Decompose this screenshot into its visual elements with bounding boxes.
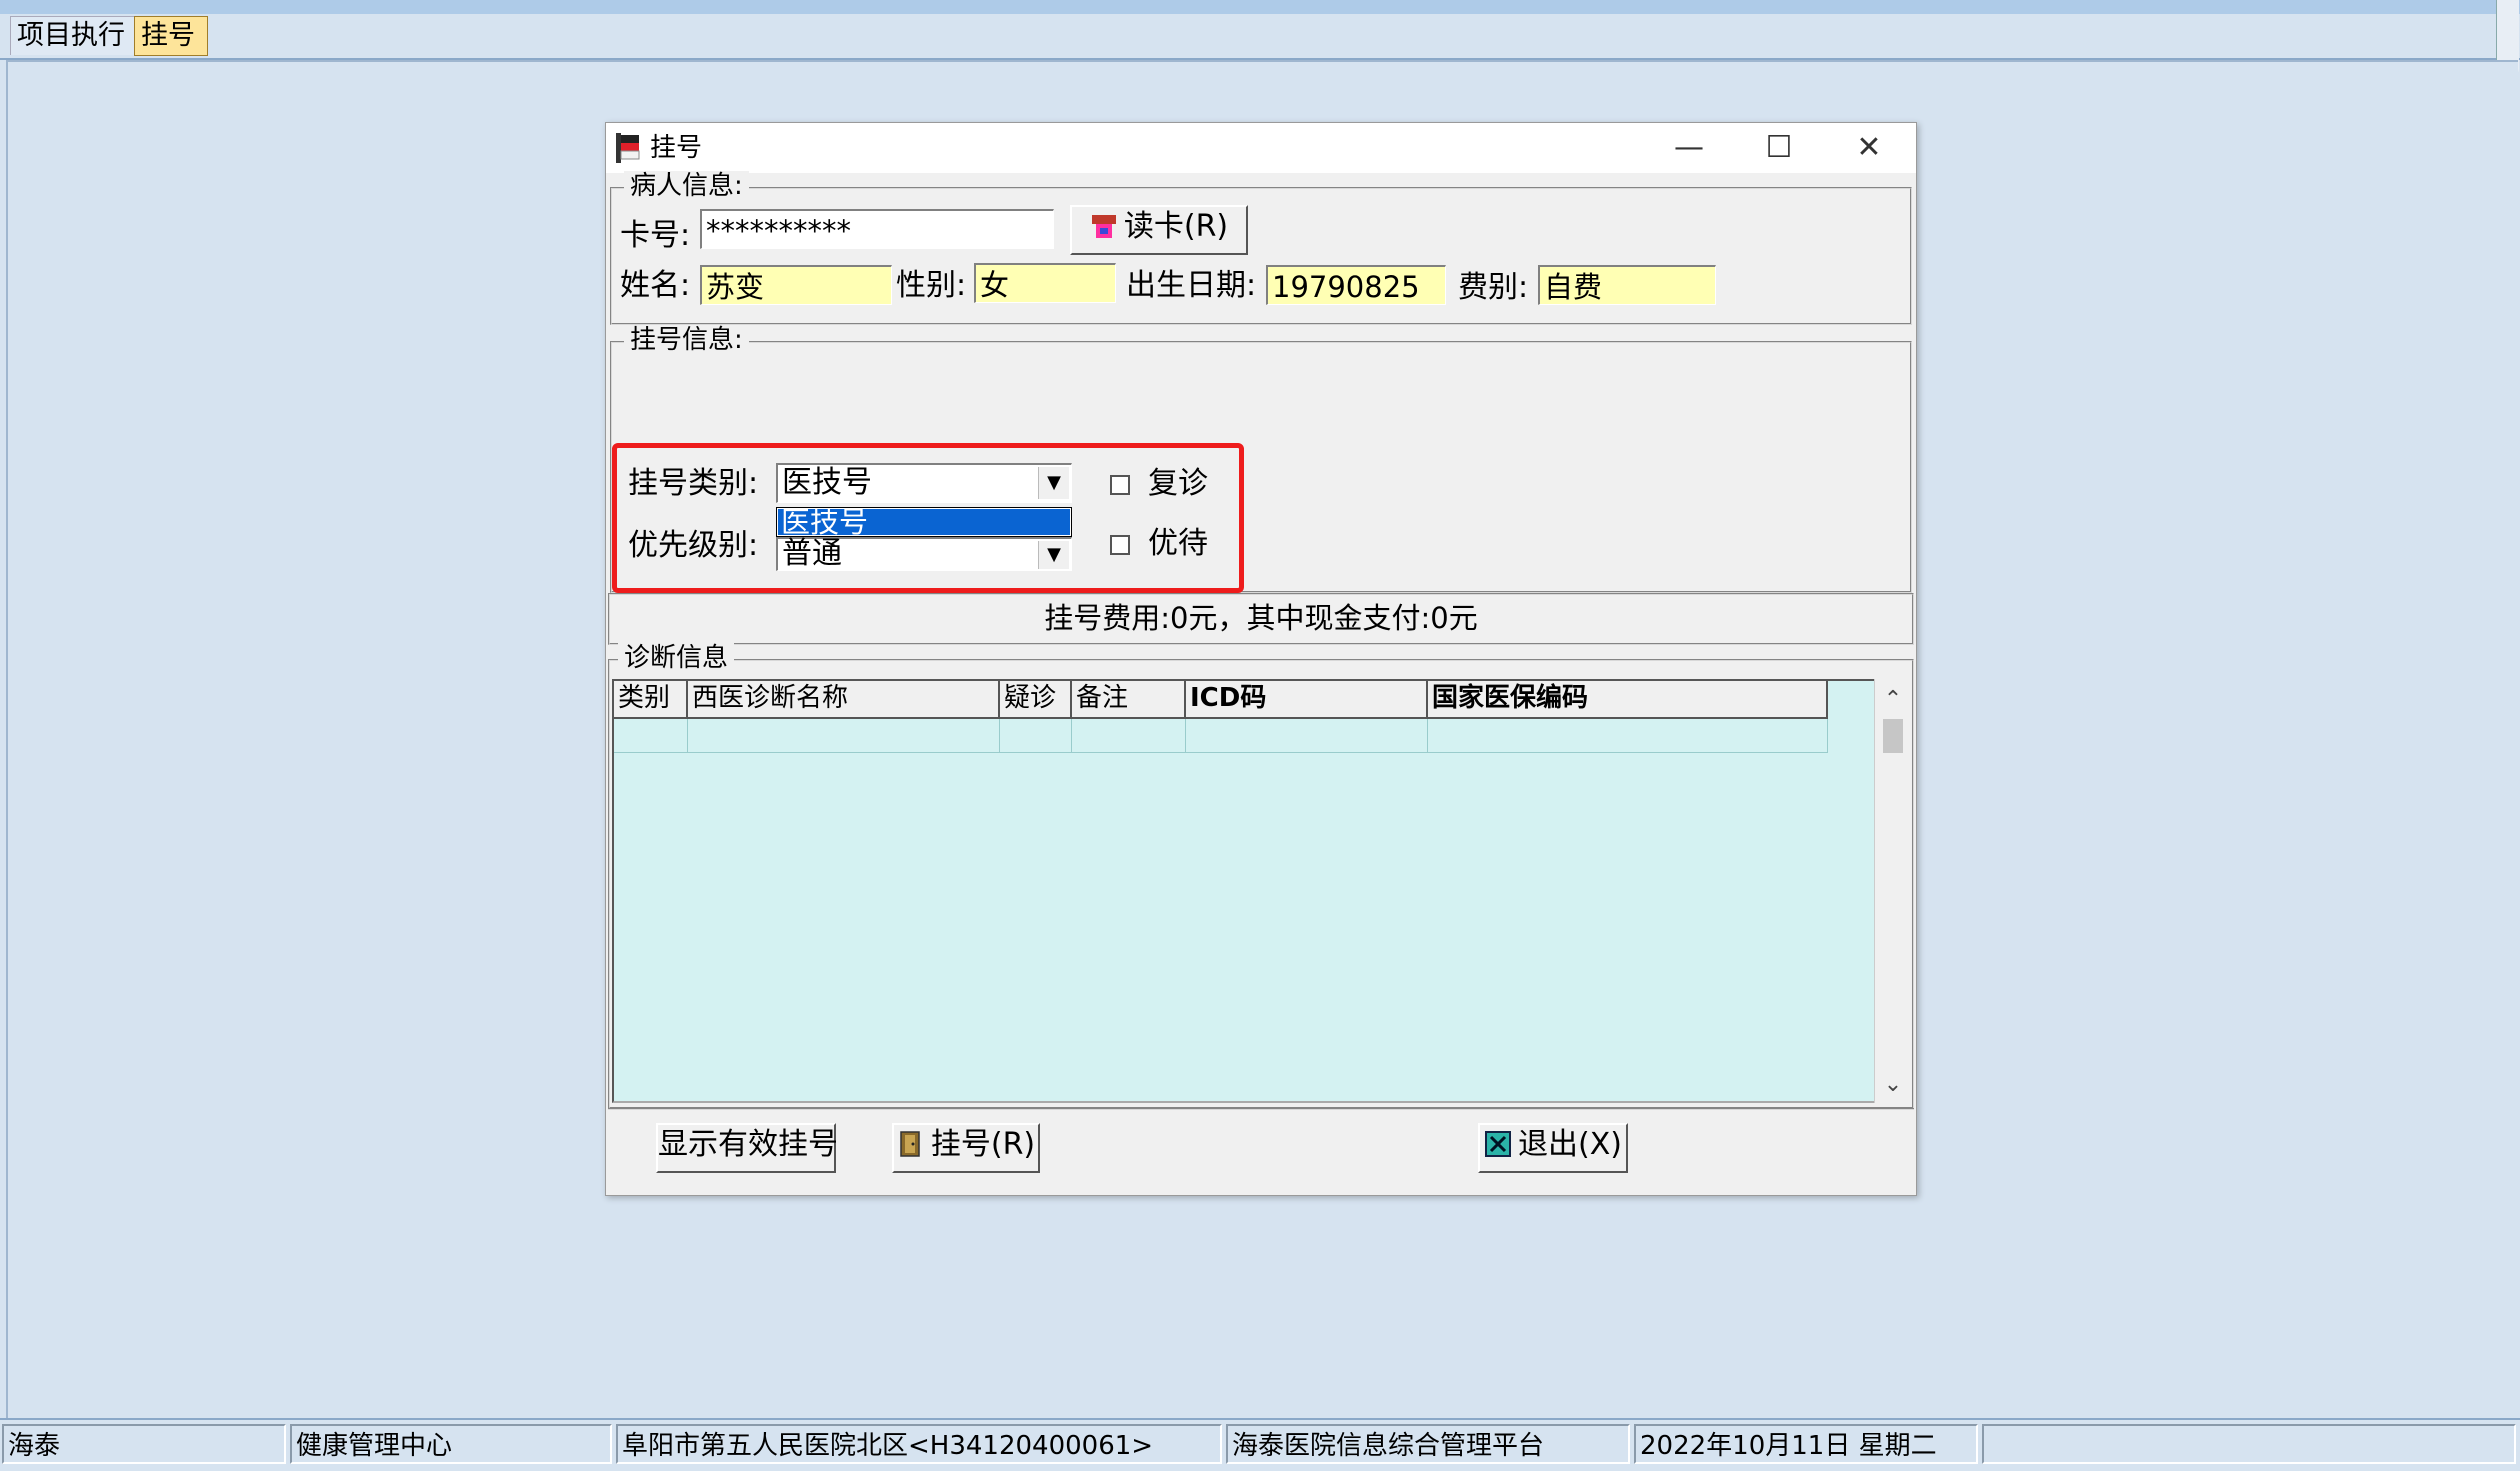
scroll-up-icon[interactable]: ⌃	[1875, 687, 1911, 712]
card-reader-icon	[1091, 215, 1116, 238]
status-app: 海泰	[2, 1424, 286, 1464]
door-icon	[900, 1131, 920, 1157]
table-cell[interactable]	[1428, 719, 1828, 753]
close-button[interactable]: ✕	[1824, 123, 1914, 173]
status-hospital: 阜阳市第五人民医院北区<H34120400061>	[616, 1424, 1222, 1464]
dialog-titlebar[interactable]: 挂号 — ☐ ✕	[606, 123, 1916, 173]
col-insurance-code[interactable]: 国家医保编码	[1428, 681, 1828, 717]
exit-button[interactable]: 退出(X)	[1478, 1123, 1628, 1173]
preferential-label: 优待	[1148, 526, 1208, 561]
read-card-label: 读卡(R)	[1123, 209, 1229, 244]
dob-field[interactable]: 19790825	[1266, 265, 1446, 305]
registration-dialog: 挂号 — ☐ ✕ 病人信息: 卡号: ********** 读卡(R) 姓名: …	[605, 122, 1917, 1196]
priority-select[interactable]: 普通 ▼	[776, 537, 1072, 571]
show-valid-registrations-button[interactable]: 显示有效挂号	[656, 1123, 838, 1173]
status-platform: 海泰医院信息综合管理平台	[1226, 1424, 1630, 1464]
chevron-down-icon[interactable]: ▼	[1038, 541, 1069, 569]
name-field[interactable]: 苏变	[700, 265, 892, 305]
gender-field[interactable]: 女	[974, 263, 1116, 303]
revisit-checkbox[interactable]	[1110, 475, 1130, 495]
exit-icon	[1485, 1131, 1512, 1157]
chevron-down-icon[interactable]: ▼	[1038, 467, 1069, 499]
status-date: 2022年10月11日 星期二	[1634, 1424, 1978, 1464]
col-suspected[interactable]: 疑诊	[1000, 681, 1072, 717]
tab-strip: 项目执行 挂号	[0, 14, 2520, 60]
priority-value: 普通	[782, 536, 842, 571]
table-cell[interactable]	[614, 719, 688, 753]
revisit-label: 复诊	[1148, 466, 1208, 501]
col-icd-code[interactable]: ICD码	[1186, 681, 1428, 717]
table-cell[interactable]	[1186, 719, 1428, 753]
read-card-button[interactable]: 读卡(R)	[1070, 205, 1248, 255]
status-bar: 海泰 健康管理中心 阜阳市第五人民医院北区<H34120400061> 海泰医院…	[0, 1418, 2520, 1471]
card-number-label: 卡号:	[620, 218, 691, 253]
table-cell[interactable]	[688, 719, 1000, 753]
fee-summary: 挂号费用:0元，其中现金支付:0元	[608, 593, 1914, 645]
reg-type-option[interactable]: 医技号	[778, 509, 1070, 535]
dialog-title: 挂号	[650, 133, 703, 163]
tab-project-execution[interactable]: 项目执行	[10, 16, 146, 55]
maximize-button[interactable]: ☐	[1734, 123, 1824, 173]
scroll-thumb[interactable]	[1883, 719, 1903, 753]
table-scrollbar[interactable]: ⌃ ⌄	[1874, 679, 1911, 1103]
dob-label: 出生日期:	[1126, 268, 1257, 303]
table-cell[interactable]	[1072, 719, 1186, 753]
status-extra	[1982, 1424, 2516, 1464]
reg-type-value: 医技号	[782, 465, 872, 500]
table-row[interactable]	[614, 719, 1828, 753]
tab-registration[interactable]: 挂号	[134, 16, 208, 56]
reg-type-select[interactable]: 医技号 ▼	[776, 463, 1072, 503]
card-number-field[interactable]: **********	[700, 209, 1054, 249]
status-department: 健康管理中心	[290, 1424, 612, 1464]
patient-info-title: 病人信息:	[624, 171, 749, 201]
diagnosis-table[interactable]: 类别 西医诊断名称 疑诊 备注 ICD码 国家医保编码	[612, 679, 1882, 1103]
table-cell[interactable]	[1000, 719, 1072, 753]
top-bar	[0, 0, 2520, 15]
gender-label: 性别:	[896, 268, 967, 303]
table-header: 类别 西医诊断名称 疑诊 备注 ICD码 国家医保编码	[614, 681, 1828, 719]
preferential-checkbox[interactable]	[1110, 535, 1130, 555]
col-remark[interactable]: 备注	[1072, 681, 1186, 717]
minimize-button[interactable]: —	[1644, 123, 1734, 173]
exit-label: 退出(X)	[1518, 1127, 1622, 1162]
registration-info-title: 挂号信息:	[624, 325, 749, 355]
col-diagnosis-name[interactable]: 西医诊断名称	[688, 681, 1000, 717]
col-category[interactable]: 类别	[614, 681, 688, 717]
show-valid-label: 显示有效挂号	[658, 1127, 838, 1162]
reg-type-label: 挂号类别:	[628, 466, 759, 501]
fee-type-field[interactable]: 自费	[1538, 265, 1716, 305]
scroll-down-icon[interactable]: ⌄	[1875, 1072, 1911, 1097]
name-label: 姓名:	[620, 268, 691, 303]
app-flag-icon	[616, 133, 640, 163]
diagnosis-title: 诊断信息	[618, 643, 735, 673]
priority-label: 优先级别:	[628, 528, 759, 563]
register-button[interactable]: 挂号(R)	[892, 1123, 1040, 1173]
fee-type-label: 费别:	[1458, 270, 1529, 305]
reg-type-dropdown: 医技号	[776, 507, 1072, 537]
register-label: 挂号(R)	[930, 1127, 1036, 1162]
